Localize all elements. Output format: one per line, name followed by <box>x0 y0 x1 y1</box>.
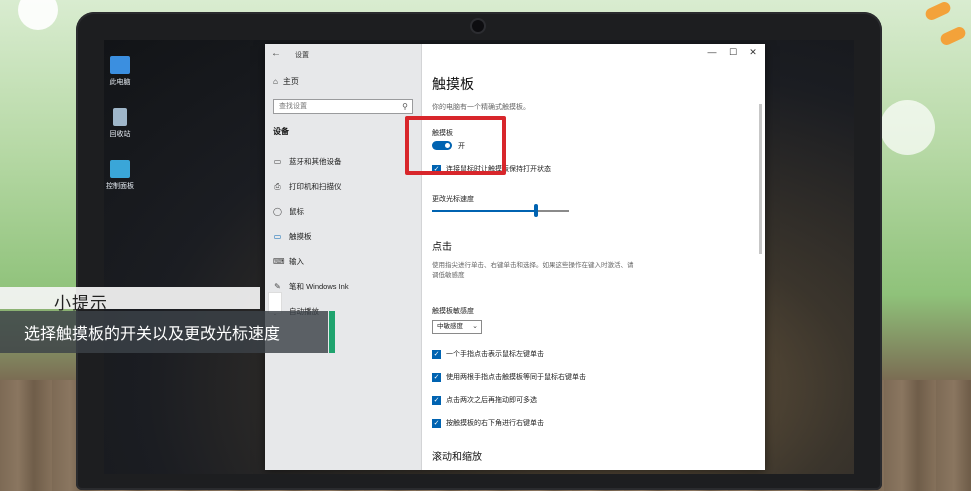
background-petal <box>938 25 968 47</box>
sidebar-item-label: 蓝牙和其他设备 <box>289 157 342 166</box>
search-input[interactable]: 查找设置 ⚲ <box>273 99 413 114</box>
search-icon: ⚲ <box>402 102 408 111</box>
sidebar-item-typing[interactable]: ⌨ 输入 <box>273 256 304 267</box>
tap-heading: 点击 <box>432 242 452 253</box>
scroll-zoom-heading: 滚动和缩放 <box>432 452 482 463</box>
tip-accent-bar <box>329 311 335 353</box>
background-flower <box>18 0 58 30</box>
page-title: 触摸板 <box>432 76 474 92</box>
tip-header-bar <box>0 287 260 309</box>
checkbox-label: 使用两根手指点击触摸板等同于鼠标右键单击 <box>446 374 586 381</box>
keyboard-icon: ⌨ <box>273 257 285 266</box>
slider-thumb[interactable] <box>534 204 539 217</box>
checkmark-icon: ✓ <box>432 418 441 428</box>
background-flower <box>880 100 935 155</box>
recycle-bin-icon <box>113 108 127 126</box>
scrollbar[interactable] <box>759 104 762 254</box>
home-icon: ⌂ <box>273 77 278 86</box>
mouse-icon: ◯ <box>273 207 282 216</box>
sidebar-item-pen[interactable]: ✎ 笔和 Windows Ink <box>273 281 349 292</box>
checkmark-icon: ✓ <box>432 372 441 382</box>
touchpad-icon: ▭ <box>273 232 282 241</box>
checkbox-label: 按触摸板的右下角进行右键单击 <box>446 420 544 427</box>
printer-icon: ⎙ <box>274 181 281 191</box>
search-placeholder: 查找设置 <box>279 103 307 110</box>
slider-fill <box>432 210 537 212</box>
desktop-icon-this-pc[interactable]: 此电脑 <box>104 56 150 87</box>
laptop-frame: 此电脑 回收站 控制面板 ⌂ 主页 查找设置 ⚲ 设备 ▭ 蓝牙和其他设备 ⎙ … <box>76 12 882 490</box>
dropdown-value: 中敏感度 <box>437 323 463 330</box>
tap-description: 使用指尖进行单击、右键单击和选择。如果这些操作在键入时激活、请调低敏感度 <box>432 262 634 279</box>
background-petal <box>923 0 953 22</box>
sensitivity-label: 触摸板敏感度 <box>432 308 474 315</box>
desktop-icon-recycle-bin[interactable]: 回收站 <box>104 108 150 139</box>
settings-sidebar: ⌂ 主页 查找设置 ⚲ 设备 ▭ 蓝牙和其他设备 ⎙ 打印机和扫描仪 ◯ 鼠标 … <box>265 44 422 470</box>
sidebar-item-mouse[interactable]: ◯ 鼠标 <box>273 206 304 217</box>
option-checkbox-double-tap-drag[interactable]: ✓ 点击两次之后再拖动即可多选 <box>432 395 537 405</box>
sidebar-home-label: 主页 <box>282 77 299 86</box>
webcam <box>472 20 484 32</box>
chevron-down-icon: ⌄ <box>472 323 478 330</box>
touchpad-settings-panel: 触摸板 你的电脑有一个精确式触摸板。 触摸板 开 ✓ 连接鼠标时让触摸板保持打开… <box>432 44 762 470</box>
checkmark-icon: ✓ <box>432 349 441 359</box>
tip-text: 选择触摸板的开关以及更改光标速度 <box>24 326 281 343</box>
sidebar-item-label: 触摸板 <box>289 232 312 241</box>
sidebar-item-label: 鼠标 <box>289 207 304 216</box>
checkmark-icon: ✓ <box>432 395 441 405</box>
option-checkbox-two-finger-right[interactable]: ✓ 使用两根手指点击触摸板等同于鼠标右键单击 <box>432 372 586 382</box>
sidebar-item-label: 输入 <box>289 257 304 266</box>
sidebar-item-printers[interactable]: ⎙ 打印机和扫描仪 <box>273 181 342 192</box>
computer-icon <box>110 56 130 74</box>
settings-window: ⌂ 主页 查找设置 ⚲ 设备 ▭ 蓝牙和其他设备 ⎙ 打印机和扫描仪 ◯ 鼠标 … <box>265 44 765 470</box>
cursor-speed-label: 更改光标速度 <box>432 196 474 203</box>
sidebar-item-bluetooth[interactable]: ▭ 蓝牙和其他设备 <box>273 156 342 167</box>
desktop-icon-control-panel[interactable]: 控制面板 <box>104 160 150 191</box>
sidebar-item-label: 笔和 Windows Ink <box>289 282 349 291</box>
back-arrow-icon[interactable]: ← <box>271 48 281 59</box>
sidebar-item-label: 打印机和扫描仪 <box>289 182 342 191</box>
desktop-icon-label: 此电脑 <box>109 79 131 86</box>
bluetooth-devices-icon: ▭ <box>273 157 282 166</box>
sidebar-home[interactable]: ⌂ 主页 <box>273 76 299 87</box>
checkbox-label: 点击两次之后再拖动即可多选 <box>446 397 537 404</box>
window-title: 设置 <box>295 52 309 59</box>
control-panel-icon <box>110 160 130 178</box>
desktop-icon-label: 回收站 <box>109 131 131 138</box>
laptop-screen: 此电脑 回收站 控制面板 ⌂ 主页 查找设置 ⚲ 设备 ▭ 蓝牙和其他设备 ⎙ … <box>104 40 854 474</box>
option-checkbox-corner-right[interactable]: ✓ 按触摸板的右下角进行右键单击 <box>432 418 544 428</box>
pen-icon: ✎ <box>274 282 281 291</box>
checkbox-label: 一个手指点击表示鼠标左键单击 <box>446 351 544 358</box>
red-highlight-box <box>405 116 506 175</box>
option-checkbox-tap-left[interactable]: ✓ 一个手指点击表示鼠标左键单击 <box>432 349 544 359</box>
sidebar-section-title: 设备 <box>273 127 289 136</box>
sidebar-item-touchpad[interactable]: ▭ 触摸板 <box>273 231 312 242</box>
page-description: 你的电脑有一个精确式触摸板。 <box>432 104 530 111</box>
desktop-icon-label: 控制面板 <box>106 183 134 190</box>
cursor-speed-slider[interactable] <box>432 210 569 212</box>
sensitivity-dropdown[interactable]: 中敏感度 ⌄ <box>432 320 482 334</box>
